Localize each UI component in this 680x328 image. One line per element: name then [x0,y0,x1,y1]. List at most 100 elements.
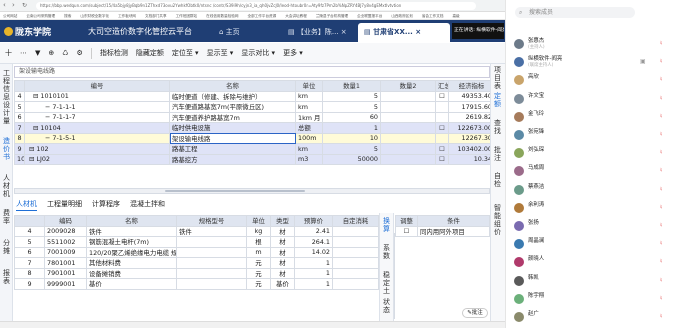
table-cell[interactable]: 5 [322,143,381,155]
nav-item[interactable]: 设计量 [1,101,12,125]
table-cell[interactable]: 8 [14,132,25,144]
toolbar-item[interactable]: 指标检测 [100,48,128,58]
side-tab[interactable]: 稳定土 [381,271,392,295]
microphone-muted-icon[interactable]: ♮ [660,295,662,302]
participant-item[interactable]: 马成周 ♮ [514,165,674,178]
column-header[interactable] [14,215,45,227]
table-row[interactable]: 67001009120/20聚乙烯绝缘电力电缆 规格120/20 m材14.02 [14,246,379,258]
column-header[interactable]: 规格型号 [176,215,247,227]
table-cell[interactable]: 10 [14,153,25,165]
table-cell[interactable]: 7801001 [44,257,87,269]
toolbar-item[interactable]: 显示至 ▾ [207,48,234,58]
column-header[interactable]: 编号 [24,80,170,92]
table-cell[interactable] [435,132,449,144]
column-header[interactable]: 经济指标 [448,80,495,92]
table-cell[interactable]: 5 [14,101,25,113]
nav-item[interactable]: 造价书 [1,137,12,161]
table-cell[interactable]: 14.02 [294,246,333,258]
side-tab[interactable]: 定额 [492,92,503,108]
table-cell[interactable] [332,236,379,248]
toolbar-item[interactable]: ⚙ [77,49,83,57]
column-header[interactable]: 汇总 [435,80,449,92]
side-tab[interactable]: 项目表 [492,66,503,90]
table-row[interactable]: 7 7801001 其他材料费 元材 1 [14,257,379,269]
table-cell[interactable]: ☐ [435,153,449,165]
microphone-muted-icon[interactable]: ♮ [660,222,662,229]
column-header[interactable]: 自定消耗 [332,215,379,227]
toolbar-item[interactable]: ⊕ [48,49,54,57]
table-cell[interactable]: 2009028 [44,225,87,237]
bookmark-item[interactable]: 搜索 [64,12,71,19]
table-cell[interactable]: 路基挖方 [169,153,296,165]
close-icon[interactable]: × [415,28,421,36]
tab-home[interactable]: ⌂ 主页 [213,23,273,42]
table-row[interactable]: 9 9999001 基价元基价 1 [14,278,379,290]
bookmark-item[interactable]: 企业联盟报平台 [357,12,382,19]
bookmark-item[interactable]: 大会讲坛教程 [285,12,307,19]
toolbar-item[interactable]: 定位至 ▾ [172,48,199,58]
tab-lower[interactable]: 人材机 [16,197,37,211]
tab-lower[interactable]: 计算程序 [92,197,120,211]
table-cell[interactable]: 9999001 [44,278,87,290]
table-cell[interactable]: ☐ [435,143,449,155]
table-cell[interactable]: 6 [14,111,25,123]
table-cell[interactable]: 2.41 [294,225,333,237]
table-cell[interactable] [380,132,436,144]
participant-item[interactable]: 张宛锋 ♮ [514,129,674,142]
table-cell[interactable]: 9 [14,278,45,290]
column-header[interactable] [14,80,25,92]
table-cell[interactable]: 122673.00 [448,122,495,134]
column-header[interactable]: 单位 [246,215,271,227]
table-row[interactable]: 4 ⊟ 1010101 临时便道（修建、拆除与维护） km 5 ☐ 49353.40 [14,90,515,102]
table-cell[interactable]: 120/20聚乙烯绝缘电力电缆 规格120/20 [86,246,177,258]
table-cell[interactable] [380,122,436,134]
table-cell[interactable]: ⊟ 102 [24,143,170,155]
cell-edit-field[interactable]: 架设输电线路 [14,66,490,78]
bookmark-item[interactable]: 云南公司采购管理 [26,12,55,19]
table-cell[interactable]: 2619.82 [448,111,495,123]
table-cell[interactable]: ☐ [435,122,449,134]
participant-item[interactable]: 赵广 ♮ [514,311,674,324]
toolbar-item[interactable]: 更多 ▾ [283,48,303,58]
participant-item[interactable]: 许文宝 ♮ [514,93,674,106]
table-cell[interactable]: kg [246,225,271,237]
table-cell[interactable] [435,101,449,113]
horizontal-scrollbar[interactable] [14,188,490,194]
table-cell[interactable]: 钢筋混凝土电杆(7m) [86,236,177,248]
bookmark-item[interactable]: 公司网站 [3,12,17,19]
url-field[interactable]: https://bbp.wedqun.com/subject/15/4a5bjy… [36,2,476,10]
table-cell[interactable]: 元 [246,278,271,290]
table-cell[interactable]: m3 [295,153,323,165]
table-cell[interactable]: 1 [294,278,333,290]
notes-button[interactable]: ✎批注 [462,308,488,318]
participant-item[interactable]: 陈宇翔 ♮ [514,293,674,306]
toolbar-item[interactable]: ▼ [35,49,40,57]
table-cell[interactable] [176,257,247,269]
table-cell[interactable]: 汽车便道路基宽7m(平原微丘区) [169,101,296,113]
table-cell[interactable] [176,236,247,248]
table-cell[interactable]: 4 [14,225,45,237]
toolbar-item[interactable]: 隐藏定额 [136,48,164,58]
column-header[interactable]: 类型 [270,215,295,227]
tab-lower[interactable]: 工程量明细 [47,197,82,211]
participant-item[interactable]: 张惠杰 (主持人) ♮ [514,38,674,51]
table-cell[interactable] [380,111,436,123]
table-cell[interactable]: 4 [14,90,25,102]
table-row[interactable]: 8− 7-1-5-1 架设输电线路 100m 10 12267.30 [14,132,515,144]
table-cell[interactable]: 材 [270,257,295,269]
microphone-muted-icon[interactable]: ♮ [660,58,662,65]
table-cell[interactable]: 基价 [270,278,295,290]
table-cell[interactable] [176,267,247,279]
table-cell[interactable]: 材 [270,225,295,237]
microphone-muted-icon[interactable]: ♮ [660,131,662,138]
table-cell[interactable]: 总额 [295,122,323,134]
nav-item[interactable]: 分摊 [1,239,12,255]
table-cell[interactable]: 5 [322,101,381,113]
side-tab[interactable]: 批注 [492,146,503,162]
bookmark-item[interactable]: 在线信用数量检验网 [206,12,238,19]
table-cell[interactable] [332,257,379,269]
tab-project[interactable]: ▤ 甘肃省XX... × [358,23,450,42]
table-cell[interactable]: 路基工程 [169,143,296,155]
table-cell[interactable]: 铁件 [86,225,177,237]
table-cell[interactable]: 汽车便道养护路基宽7m [169,111,296,123]
